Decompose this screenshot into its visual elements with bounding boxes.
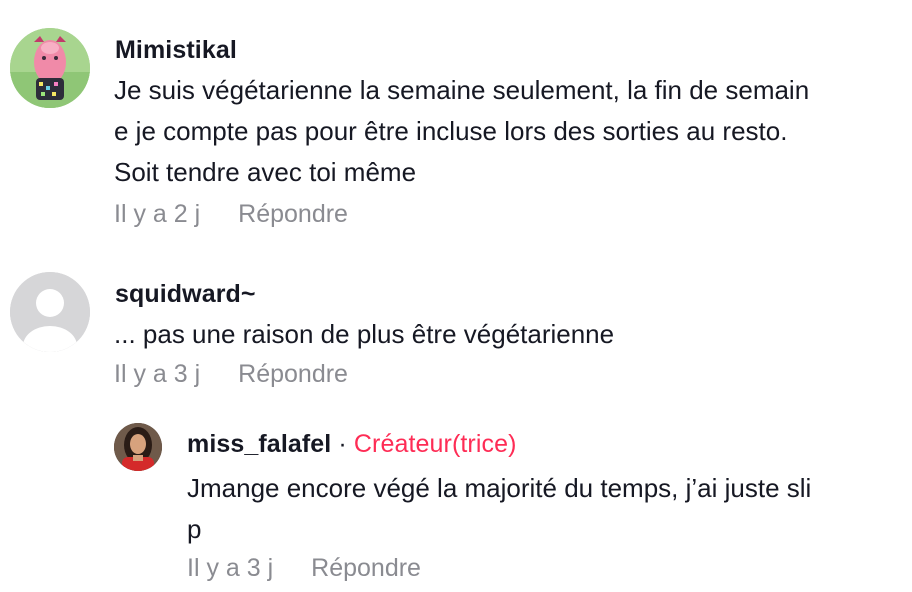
reply-button[interactable]: Répondre [238, 360, 348, 388]
avatar[interactable] [114, 423, 162, 471]
reply-button[interactable]: Répondre [311, 554, 421, 582]
reply-text-line: p [187, 514, 202, 544]
separator-dot: · [331, 430, 354, 458]
comment-text-line: Soit tendre avec toi même [114, 157, 417, 187]
avatar[interactable] [10, 272, 90, 352]
comment-username[interactable]: Mimistikal [115, 36, 237, 65]
comment-text: ... pas une raison de plus être végétari… [114, 314, 904, 355]
reply-meta: Il y a 3 j Répondre [187, 554, 421, 583]
comment-text-line: e je compte pas pour être incluse lors d… [114, 116, 788, 146]
comment-username[interactable]: squidward~ [115, 280, 256, 309]
reply-text-line: Jmange encore végé la majorité du temps,… [187, 473, 812, 503]
comment-text-line: Je suis végétarienne la semaine seulemen… [114, 75, 810, 105]
comment-timestamp: Il y a 3 j [114, 360, 201, 388]
avatar-image [114, 423, 162, 471]
reply-timestamp: Il y a 3 j [187, 554, 274, 582]
comment-text: Je suis végétarienne la semaine seulemen… [114, 70, 904, 193]
reply-text: Jmange encore végé la majorité du temps,… [187, 468, 902, 550]
creator-badge: Créateur(trice) [353, 430, 517, 458]
comment-meta: Il y a 3 j Répondre [114, 360, 348, 389]
avatar[interactable] [10, 28, 90, 108]
reply-button[interactable]: Répondre [238, 200, 348, 228]
reply-username[interactable]: miss_falafel [187, 430, 331, 458]
comment-timestamp: Il y a 2 j [114, 200, 201, 228]
default-user-icon [10, 272, 90, 352]
comment-text-line: ... pas une raison de plus être végétari… [114, 319, 615, 349]
comment-meta: Il y a 2 j Répondre [114, 200, 348, 229]
reply-header: miss_falafel · Créateur(trice) [187, 430, 517, 459]
avatar-image [10, 28, 90, 108]
